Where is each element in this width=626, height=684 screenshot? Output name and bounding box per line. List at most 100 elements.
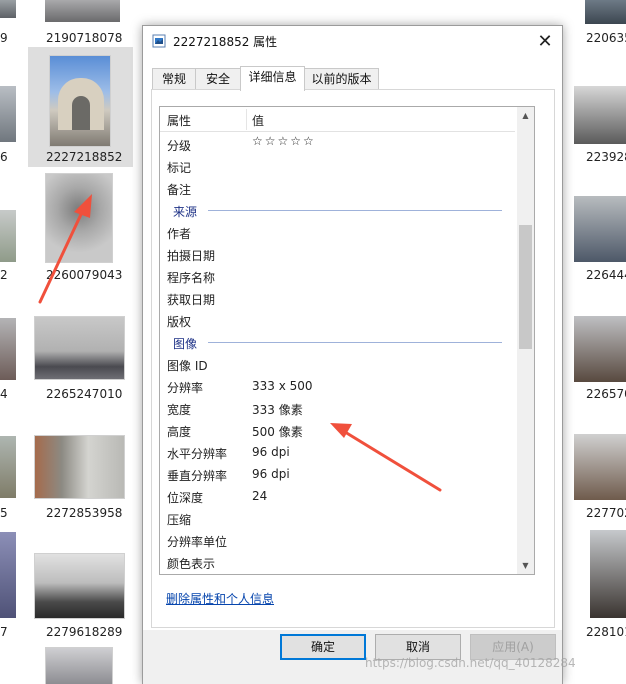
thumbnail-filename: 2272853958 <box>46 506 123 520</box>
thumbnail-filename-selected: 2227218852 <box>46 150 123 164</box>
thumbnail-cropped[interactable] <box>0 0 16 18</box>
scroll-up-arrow-icon[interactable]: ▲ <box>517 107 534 124</box>
column-header-value[interactable]: 值 <box>252 112 264 129</box>
thumbnail-filename: 223928 <box>586 150 626 164</box>
thumbnail-image[interactable] <box>574 86 626 144</box>
desktop-stage: 9 6 2 4 5 7 2190718078 2227218852 226007… <box>0 0 626 684</box>
property-list[interactable]: 属性 值 分级 ☆☆☆☆☆ 标记备注来源作者拍摄日期程序名称获取日期版权图像图像 I… <box>159 106 535 575</box>
cropped-filename: 2 <box>0 268 8 282</box>
thumbnail-image[interactable] <box>574 434 626 500</box>
property-value: 24 <box>252 489 268 503</box>
property-row[interactable]: 垂直分辨率 96 dpi <box>160 463 515 485</box>
property-value: 333 像素 <box>252 403 303 417</box>
thumbnail-filename: 227702 <box>586 506 626 520</box>
property-row[interactable]: 宽度 333 像素 <box>160 397 515 419</box>
property-row[interactable]: 压缩 <box>160 507 515 529</box>
thumbnail-cropped[interactable] <box>0 86 16 142</box>
property-row[interactable]: 版权 <box>160 309 515 331</box>
property-name: 垂直分辨率 <box>167 469 228 483</box>
close-icon: ✕ <box>537 30 553 52</box>
property-name: 宽度 <box>167 403 192 417</box>
thumbnail-image[interactable] <box>574 316 626 382</box>
cropped-filename: 9 <box>0 31 8 45</box>
property-name: 高度 <box>167 425 192 439</box>
property-value: 500 像素 <box>252 425 303 439</box>
thumbnail-image[interactable] <box>45 0 120 22</box>
close-button[interactable]: ✕ <box>528 26 562 56</box>
remove-properties-link[interactable]: 删除属性和个人信息 <box>166 590 274 607</box>
property-row[interactable]: 颜色表示 <box>160 551 515 573</box>
property-value: 333 x 500 <box>252 379 313 393</box>
property-name: 备注 <box>167 183 192 197</box>
property-name: 标记 <box>167 161 192 175</box>
property-name: 程序名称 <box>167 271 216 285</box>
thumbnail-image[interactable] <box>590 530 626 618</box>
scroll-down-arrow-icon[interactable]: ▼ <box>517 557 534 574</box>
thumbnail-cropped[interactable] <box>0 318 16 380</box>
dialog-titlebar[interactable]: 2227218852 属性 ✕ <box>143 26 562 56</box>
thumbnail-image[interactable] <box>585 0 626 24</box>
property-name: 图像 ID <box>167 359 208 373</box>
property-name: 作者 <box>167 227 192 241</box>
group-label: 来源 <box>173 205 198 219</box>
group-header: 图像 <box>160 331 515 353</box>
property-row[interactable]: 水平分辨率 96 dpi <box>160 441 515 463</box>
cropped-filename: 7 <box>0 625 8 639</box>
rating-stars[interactable]: ☆☆☆☆☆ <box>252 134 316 148</box>
vertical-scrollbar[interactable]: ▲ ▼ <box>517 107 534 574</box>
image-file-icon <box>152 34 166 48</box>
thumbnail-cropped[interactable] <box>0 532 16 618</box>
property-name: 压缩 <box>167 513 192 527</box>
property-name: 分级 <box>167 139 192 153</box>
group-header: 来源 <box>160 199 515 221</box>
thumbnail-filename: 220635 <box>586 31 626 45</box>
thumbnail-image[interactable] <box>34 435 125 499</box>
property-row[interactable]: 分级 ☆☆☆☆☆ <box>160 133 515 155</box>
tab-previous-versions[interactable]: 以前的版本 <box>304 68 379 90</box>
property-row[interactable]: 图像 ID <box>160 353 515 375</box>
property-name: 水平分辨率 <box>167 447 228 461</box>
property-name: 位深度 <box>167 491 204 505</box>
column-separator[interactable] <box>246 109 247 130</box>
property-name: 版权 <box>167 315 192 329</box>
property-row[interactable]: 位深度 24 <box>160 485 515 507</box>
group-divider <box>208 342 502 343</box>
column-header-property[interactable]: 属性 <box>167 112 191 129</box>
property-row[interactable]: 高度 500 像素 <box>160 419 515 441</box>
property-row[interactable]: 备注 <box>160 177 515 199</box>
ok-button[interactable]: 确定 <box>280 634 366 660</box>
property-row[interactable]: 分辨率单位 <box>160 529 515 551</box>
property-row[interactable]: 标记 <box>160 155 515 177</box>
property-row[interactable]: 程序名称 <box>160 265 515 287</box>
group-divider <box>208 210 502 211</box>
thumbnail-image[interactable] <box>45 173 113 263</box>
cropped-filename: 5 <box>0 506 8 520</box>
thumbnail-filename: 228101 <box>586 625 626 639</box>
thumbnail-filename: 2279618289 <box>46 625 123 639</box>
property-row[interactable]: 作者 <box>160 221 515 243</box>
cropped-filename: 4 <box>0 387 8 401</box>
dialog-title: 2227218852 属性 <box>173 35 278 49</box>
thumbnail-image[interactable] <box>34 316 125 380</box>
thumbnail-image[interactable] <box>34 553 125 619</box>
property-row[interactable]: 获取日期 <box>160 287 515 309</box>
thumbnail-filename: 226570 <box>586 387 626 401</box>
watermark-text: https://blog.csdn.net/qq_40128284 <box>365 656 576 670</box>
property-row[interactable]: 分辨率 333 x 500 <box>160 375 515 397</box>
properties-dialog: 2227218852 属性 ✕ 常规 安全 详细信息 以前的版本 属性 值 分级… <box>142 25 563 684</box>
tab-general[interactable]: 常规 <box>152 68 196 90</box>
thumbnail-cropped[interactable] <box>0 436 16 498</box>
thumbnail-filename: 2260079043 <box>46 268 123 282</box>
thumbnail-cropped[interactable] <box>0 210 16 262</box>
tab-details[interactable]: 详细信息 <box>240 66 305 91</box>
list-header: 属性 值 <box>160 107 515 132</box>
property-row[interactable]: 拍摄日期 <box>160 243 515 265</box>
thumbnail-image[interactable] <box>45 647 113 684</box>
thumbnail-image[interactable] <box>574 196 626 262</box>
thumbnail-filename: 2265247010 <box>46 387 123 401</box>
tab-security[interactable]: 安全 <box>195 68 241 90</box>
thumbnail-image-selected[interactable] <box>49 55 111 147</box>
scrollbar-thumb[interactable] <box>519 225 532 349</box>
property-name: 获取日期 <box>167 293 216 307</box>
property-value: 96 dpi <box>252 445 290 459</box>
